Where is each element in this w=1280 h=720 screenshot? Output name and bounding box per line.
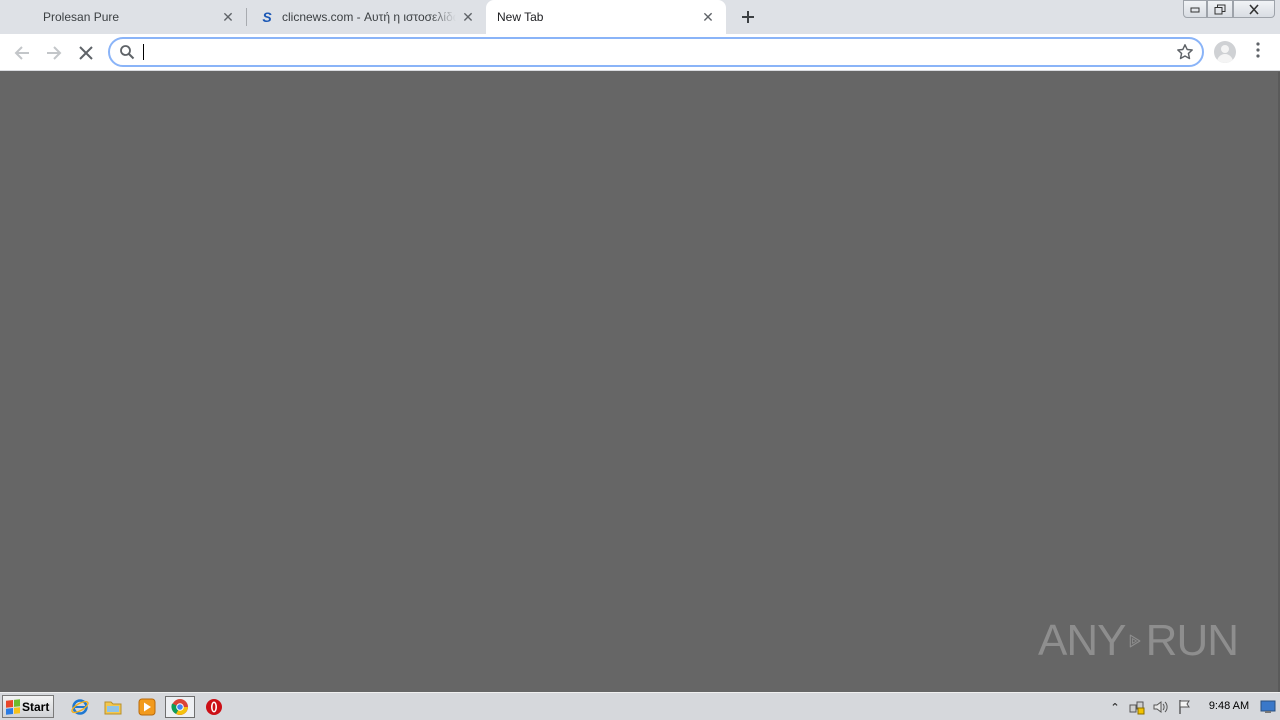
back-arrow-icon [14,46,29,60]
windows-logo-icon [6,698,20,715]
windows-taskbar: Start ⌃ 9:48 AM [0,692,1280,720]
site-favicon-icon: S [262,9,272,25]
stop-icon [79,46,93,60]
minimize-button[interactable] [1183,0,1207,18]
browser-menu-button[interactable] [1246,41,1270,65]
tab-title: New Tab [497,10,544,24]
back-button[interactable] [8,39,36,67]
tab-clicnews[interactable]: S clicnews.com - Αυτή η ιστοσελίδα είναι… [248,0,486,34]
media-player-icon[interactable] [136,696,158,718]
stop-loading-button[interactable] [72,39,100,67]
opera-icon[interactable] [203,696,225,718]
tab-strip: Prolesan Pure ✕ S clicnews.com - Αυτή η … [0,0,1280,34]
forward-arrow-icon [47,46,62,60]
minimize-icon [1190,7,1200,13]
restore-button[interactable] [1207,0,1233,18]
tab-new-tab[interactable]: New Tab ✕ [486,0,726,34]
page-content [0,72,1280,692]
search-icon [120,45,135,60]
tab-close-icon[interactable]: ✕ [460,9,476,25]
close-icon [1249,3,1259,15]
plus-icon [742,11,754,23]
taskbar-clock[interactable]: 9:48 AM [1202,700,1256,712]
show-desktop-icon[interactable] [1258,696,1278,718]
action-center-flag-icon[interactable] [1175,696,1195,718]
play-logo-icon [1130,634,1141,648]
start-label: Start [22,699,50,714]
bookmark-star-icon[interactable] [1176,43,1194,61]
tray-expand-button[interactable]: ⌃ [1108,696,1122,718]
address-bar[interactable] [108,37,1204,67]
profile-avatar-button[interactable] [1214,41,1236,63]
start-button[interactable]: Start [2,695,54,718]
tab-title: Prolesan Pure [43,10,120,24]
windows-explorer-icon[interactable] [102,696,124,718]
address-input[interactable] [142,42,1162,62]
forward-button[interactable] [40,39,68,67]
close-window-button[interactable] [1233,0,1275,18]
restore-icon [1214,4,1226,14]
tab-separator [246,8,247,26]
volume-icon[interactable] [1151,696,1171,718]
watermark-text-run: RUN [1145,616,1239,665]
tab-title: clicnews.com - Αυτή η ιστοσελίδα είναι [282,10,456,24]
anyrun-watermark: ANY RUN [1038,608,1239,674]
network-icon[interactable] [1127,696,1147,718]
chrome-icon[interactable] [165,696,195,718]
tab-close-icon[interactable]: ✕ [700,9,716,25]
more-vert-icon [1256,42,1260,58]
browser-toolbar [0,34,1280,71]
internet-explorer-icon[interactable] [69,696,91,718]
watermark-text-any: ANY [1038,616,1126,665]
new-tab-button[interactable] [736,5,760,29]
avatar-body [1217,54,1233,63]
tab-close-icon[interactable]: ✕ [220,9,236,25]
avatar-head [1221,45,1229,53]
text-caret [143,44,144,60]
tab-prolesan[interactable]: Prolesan Pure ✕ [30,0,246,34]
